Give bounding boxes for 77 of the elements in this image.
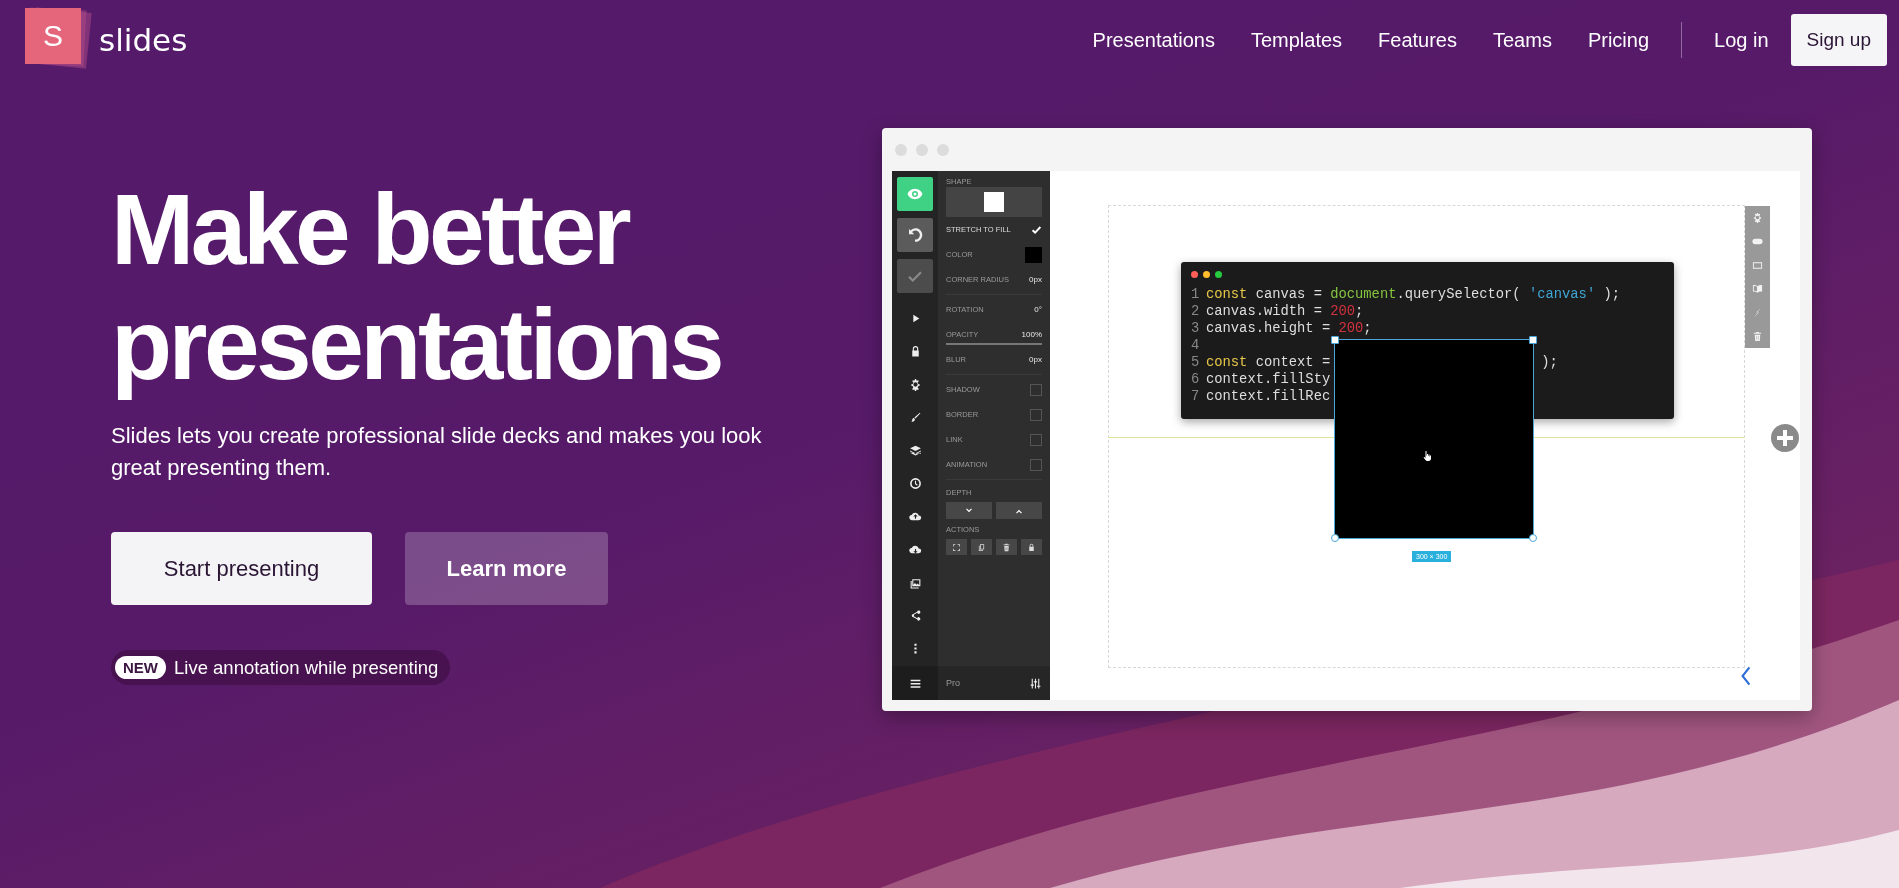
line-number: 1 xyxy=(1191,286,1201,303)
window-dot xyxy=(937,143,949,156)
pro-label: Pro xyxy=(946,678,960,688)
code-text: canvas.width = 200; xyxy=(1206,303,1364,320)
code-text: const canvas = document.querySelector( 'canvas' ); xyxy=(1206,286,1621,303)
new-badge: NEW xyxy=(115,656,166,679)
nav-link[interactable]: Presentations xyxy=(1092,28,1215,52)
cloud-download-icon[interactable] xyxy=(908,543,922,556)
add-slide-icon[interactable] xyxy=(1771,424,1799,452)
chevron-left-icon[interactable] xyxy=(1740,665,1752,687)
book-icon[interactable] xyxy=(1752,283,1763,295)
undo-icon xyxy=(906,226,924,244)
nav-link[interactable]: Pricing xyxy=(1587,28,1650,52)
settings-icon[interactable] xyxy=(908,378,922,391)
window-dot xyxy=(1191,270,1198,278)
check-tool-button[interactable] xyxy=(897,259,933,293)
image-icon[interactable] xyxy=(908,576,922,589)
window-dot xyxy=(916,143,928,156)
trash-icon[interactable] xyxy=(1752,330,1763,342)
nav-link[interactable]: Templates xyxy=(1250,28,1343,52)
line-number: 5 xyxy=(1191,354,1201,371)
property-value[interactable]: 0px xyxy=(1029,355,1042,364)
announcement-text: Live annotation while presenting xyxy=(174,656,439,679)
checkbox[interactable] xyxy=(1030,433,1042,446)
sliders-icon[interactable] xyxy=(1029,676,1042,690)
line-number: 6 xyxy=(1191,371,1201,388)
copy-icon xyxy=(977,542,986,552)
code-text: ); xyxy=(1541,354,1558,371)
brush-icon[interactable] xyxy=(908,411,922,424)
window-dot xyxy=(895,143,907,156)
line-number: 7 xyxy=(1191,388,1201,405)
checkbox[interactable] xyxy=(1030,383,1042,396)
window-dot xyxy=(1215,270,1222,278)
shape-picker[interactable] xyxy=(946,187,1042,217)
checkbox[interactable] xyxy=(1030,458,1042,471)
toggle-icon[interactable] xyxy=(1752,236,1763,247)
logo-text[interactable]: slides xyxy=(99,22,188,58)
resize-handle[interactable] xyxy=(1529,336,1537,344)
login-link[interactable]: Log in xyxy=(1714,28,1769,52)
signup-button[interactable]: Sign up xyxy=(1790,14,1887,66)
property-value[interactable]: 0px xyxy=(1029,275,1042,284)
line-number: 2 xyxy=(1191,303,1201,320)
lock-button[interactable] xyxy=(1021,539,1042,555)
hand-cursor-icon xyxy=(1421,450,1433,462)
resize-handle[interactable] xyxy=(1331,336,1339,344)
color-swatch[interactable] xyxy=(1025,246,1042,263)
property-value[interactable]: 0° xyxy=(1034,305,1042,314)
cloud-upload-icon[interactable] xyxy=(908,510,922,523)
clock-icon[interactable] xyxy=(908,477,922,490)
layers-icon[interactable] xyxy=(908,444,922,457)
lock-icon xyxy=(1027,542,1036,552)
expand-button[interactable] xyxy=(946,539,967,555)
nav-link[interactable]: Features xyxy=(1378,28,1457,52)
checkmark-icon[interactable] xyxy=(1031,224,1042,235)
resize-handle[interactable] xyxy=(1331,534,1339,542)
copy-button[interactable] xyxy=(971,539,992,555)
code-text: context.fillRec xyxy=(1206,388,1331,405)
learn-more-button[interactable]: Learn more xyxy=(405,532,608,605)
nav-link[interactable]: Teams xyxy=(1493,28,1552,52)
description: Slides lets you create professional slide decks and makes you look great presenting them. xyxy=(111,422,763,482)
code-text: const context = xyxy=(1206,354,1331,371)
property-value[interactable]: 100% xyxy=(1021,330,1042,339)
announcement-pill[interactable]: NEW Live annotation while presenting xyxy=(111,650,451,685)
line-number: 4 xyxy=(1191,337,1201,354)
headline: Make better presentations xyxy=(111,172,723,402)
trash-button[interactable] xyxy=(996,539,1017,555)
resize-handle[interactable] xyxy=(1529,534,1537,542)
trash-icon xyxy=(1002,542,1011,552)
checkbox[interactable] xyxy=(1030,408,1042,421)
line-number: 3 xyxy=(1191,320,1201,337)
code-text: canvas.height = 200; xyxy=(1206,320,1372,337)
code-text: context.fillSty xyxy=(1206,371,1331,388)
window-dot xyxy=(1203,270,1210,278)
selected-shape[interactable] xyxy=(1334,339,1534,539)
undo-tool-button[interactable] xyxy=(897,218,933,252)
start-presenting-button[interactable]: Start presenting xyxy=(111,532,372,605)
expand-icon xyxy=(952,542,961,552)
